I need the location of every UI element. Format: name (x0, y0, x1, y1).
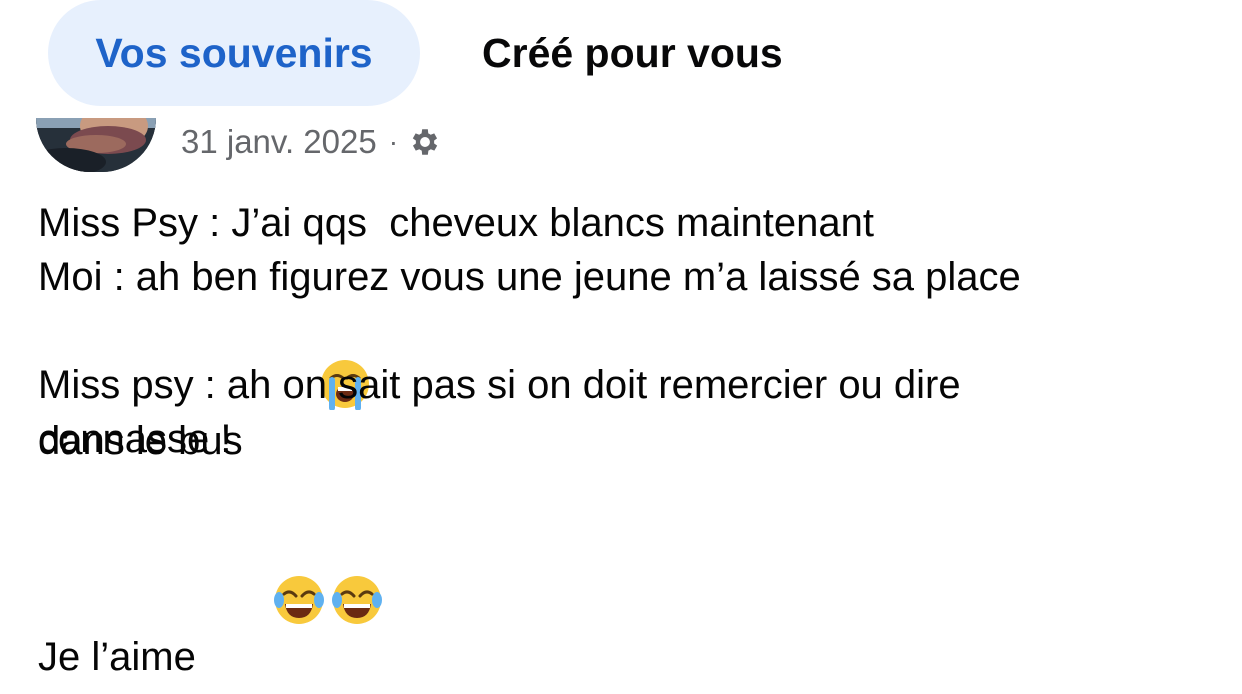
post-header: 31 janv. 2025 · (36, 118, 736, 176)
tab-cree-pour-vous[interactable]: Créé pour vous (420, 0, 783, 106)
avatar[interactable] (36, 118, 156, 172)
tab-vos-souvenirs[interactable]: Vos souvenirs (48, 0, 420, 106)
face-with-tears-of-joy-icon (206, 520, 324, 624)
post-body: Miss Psy : J’ai qqs cheveux blancs maint… (38, 196, 1218, 679)
post-line-7: Je l’aime (38, 635, 196, 679)
post-line-7-container: Je l’aime (38, 520, 1218, 679)
loudly-crying-face-icon (253, 304, 370, 411)
gear-icon[interactable] (408, 125, 442, 159)
post-line-3-container: dans le bus (38, 304, 1218, 463)
post-line-4: Miss psy : ah on sait pas si on doit rem… (38, 363, 961, 407)
post-line-5: connasse ! (38, 417, 232, 461)
post-line-1: Miss Psy : J’ai qqs cheveux blancs maint… (38, 201, 874, 245)
post-date[interactable]: 31 janv. 2025 (181, 123, 377, 161)
meta-separator: · (388, 126, 399, 157)
post-meta: 31 janv. 2025 · (181, 120, 442, 164)
post-line-2: Moi : ah ben figurez vous une jeune m’a … (38, 255, 1021, 299)
tab-bar: Vos souvenirs Créé pour vous (48, 0, 783, 106)
face-with-tears-of-joy-icon (264, 520, 382, 624)
